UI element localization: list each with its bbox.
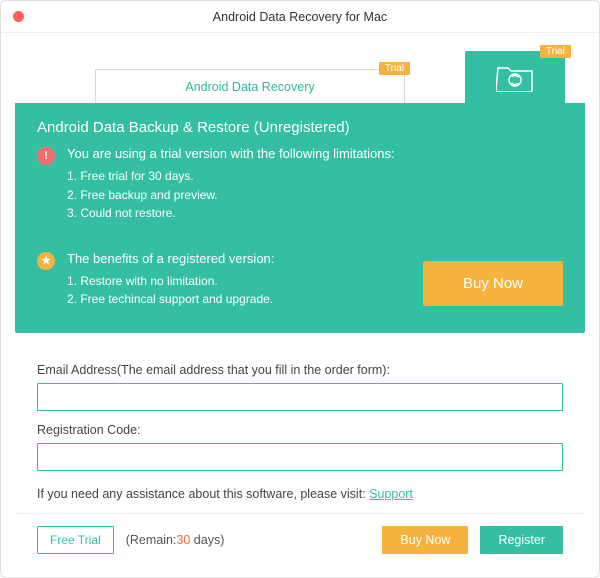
limitations-block: ! You are using a trial version with the…	[37, 146, 563, 223]
list-item: 2. Free techincal support and upgrade.	[67, 290, 274, 309]
trial-badge: Trial	[540, 45, 571, 58]
warning-icon: !	[37, 147, 55, 165]
register-button[interactable]: Register	[480, 526, 563, 554]
benefits-block: ★ The benefits of a registered version: …	[37, 251, 274, 309]
star-icon: ★	[37, 252, 55, 270]
remain-days: 30	[176, 533, 190, 547]
support-prefix: If you need any assistance about this so…	[37, 487, 369, 501]
tab-label: Android Data Recovery	[185, 80, 314, 94]
registration-form: Email Address(The email address that you…	[15, 347, 585, 513]
benefits-head: The benefits of a registered version:	[67, 251, 274, 266]
list-item: 1. Restore with no limitation.	[67, 272, 274, 291]
support-link[interactable]: Support	[369, 487, 413, 501]
benefits-list: 1. Restore with no limitation. 2. Free t…	[67, 272, 274, 309]
panel-title: Android Data Backup & Restore (Unregiste…	[37, 119, 563, 136]
support-text: If you need any assistance about this so…	[37, 487, 563, 501]
buy-now-footer-button[interactable]: Buy Now	[382, 526, 468, 554]
email-label: Email Address(The email address that you…	[37, 363, 563, 377]
list-item: 1. Free trial for 30 days.	[67, 167, 395, 186]
tab-data-recovery[interactable]: Android Data Recovery Trial	[95, 69, 405, 103]
title-bar: Android Data Recovery for Mac	[1, 1, 599, 33]
list-item: 3. Could not restore.	[67, 204, 395, 223]
buy-now-button[interactable]: Buy Now	[423, 261, 563, 306]
remain-prefix: (Remain:	[126, 533, 177, 547]
remain-text: (Remain:30 days)	[126, 533, 225, 547]
footer-bar: Free Trial (Remain:30 days) Buy Now Regi…	[15, 513, 585, 566]
window-title: Android Data Recovery for Mac	[213, 10, 387, 24]
limitations-list: 1. Free trial for 30 days. 2. Free backu…	[67, 167, 395, 223]
trial-badge: Trial	[379, 62, 410, 75]
code-label: Registration Code:	[37, 423, 563, 437]
tabs-row: Android Data Recovery Trial Trial	[1, 39, 599, 103]
registration-code-field[interactable]	[37, 443, 563, 471]
app-window: Android Data Recovery for Mac Android Da…	[0, 0, 600, 578]
folder-sync-icon	[496, 62, 534, 92]
info-panel: Android Data Backup & Restore (Unregiste…	[15, 103, 585, 333]
free-trial-button[interactable]: Free Trial	[37, 526, 114, 554]
tab-backup-restore[interactable]: Trial	[465, 51, 565, 103]
email-field[interactable]	[37, 383, 563, 411]
limitations-head: You are using a trial version with the f…	[67, 146, 395, 161]
close-icon[interactable]	[13, 11, 24, 22]
list-item: 2. Free backup and preview.	[67, 186, 395, 205]
remain-suffix: days)	[190, 533, 224, 547]
